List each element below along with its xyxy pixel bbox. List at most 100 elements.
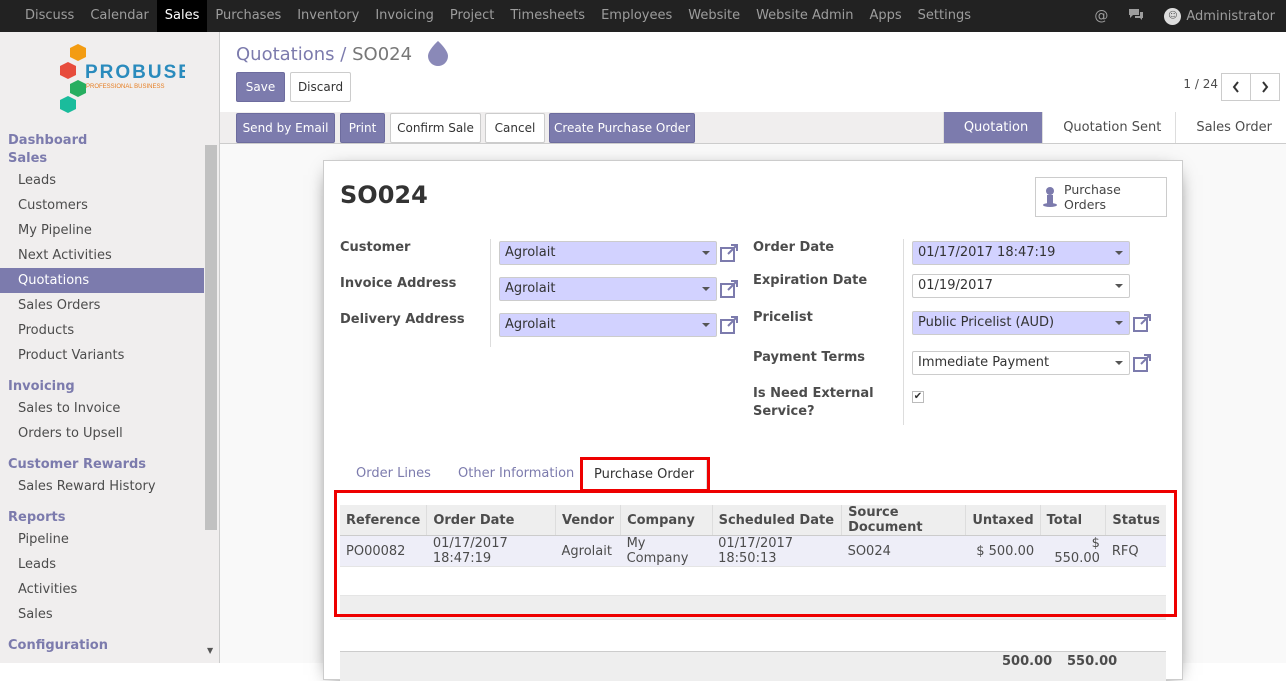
- invoice-address-field[interactable]: Agrolait: [499, 277, 717, 301]
- sidebar-section-dashboard[interactable]: Dashboard: [0, 132, 204, 150]
- menu-website-admin[interactable]: Website Admin: [748, 0, 861, 32]
- external-link-icon[interactable]: [719, 279, 739, 299]
- sidebar-item-activities[interactable]: Activities: [0, 577, 204, 602]
- order-date-value: 01/17/2017 18:47:19: [918, 245, 1056, 260]
- sidebar-item-sales-reward-history[interactable]: Sales Reward History: [0, 474, 204, 499]
- totals-untaxed: 500.00: [1002, 654, 1053, 669]
- delivery-address-field[interactable]: Agrolait: [499, 313, 717, 337]
- create-purchase-order-button[interactable]: Create Purchase Order: [549, 113, 695, 143]
- delivery-address-value: Agrolait: [505, 317, 556, 332]
- menu-sales[interactable]: Sales: [156, 0, 208, 32]
- expiration-date-field[interactable]: 01/19/2017: [912, 274, 1130, 298]
- app-menu: Discuss Calendar Sales Purchases Inventory In…: [17, 0, 979, 32]
- menu-website[interactable]: Website: [680, 0, 748, 32]
- tab-highlight-box: [580, 457, 710, 492]
- stage-quotation-sent[interactable]: Quotation Sent: [1042, 112, 1176, 143]
- sidebar-item-product-variants[interactable]: Product Variants: [0, 343, 204, 368]
- stage-quotation[interactable]: Quotation: [942, 112, 1043, 143]
- sidebar-item-leads[interactable]: Leads: [0, 552, 204, 577]
- sidebar-item-products[interactable]: Products: [0, 318, 204, 343]
- external-link-icon[interactable]: [1132, 313, 1152, 333]
- pager-next-button[interactable]: [1250, 73, 1280, 101]
- sidebar-scrollbar[interactable]: [205, 145, 217, 530]
- breadcrumb: Quotations / SO024: [236, 44, 412, 65]
- record-title: SO024: [340, 181, 428, 209]
- sidebar-item-pipeline[interactable]: Pipeline: [0, 527, 204, 552]
- menu-inventory[interactable]: Inventory: [289, 0, 367, 32]
- scroll-down-icon[interactable]: ▼: [207, 646, 213, 655]
- sidebar-item-sales-to-invoice[interactable]: Sales to Invoice: [0, 396, 204, 421]
- print-button[interactable]: Print: [340, 113, 385, 143]
- pricelist-label: Pricelist: [753, 310, 813, 325]
- payment-terms-value: Immediate Payment: [918, 355, 1050, 370]
- sidebar-item-leads[interactable]: Leads: [0, 168, 204, 193]
- sidebar-section-reports[interactable]: Reports: [0, 509, 204, 527]
- chevron-right-icon: [1262, 81, 1269, 93]
- payment-terms-label: Payment Terms: [753, 350, 866, 365]
- sidebar-item-orders-to-upsell[interactable]: Orders to Upsell: [0, 421, 204, 446]
- menu-project[interactable]: Project: [442, 0, 502, 32]
- pricelist-value: Public Pricelist (AUD): [918, 315, 1055, 330]
- table-highlight-box: [334, 490, 1177, 617]
- sidebar-section-sales[interactable]: Sales: [0, 150, 204, 168]
- order-date-label: Order Date: [753, 240, 835, 255]
- confirm-sale-button[interactable]: Confirm Sale: [390, 113, 481, 143]
- sidebar-item-sales-orders[interactable]: Sales Orders: [0, 293, 204, 318]
- menu-discuss[interactable]: Discuss: [17, 0, 82, 32]
- probuse-logo: PROBUSE PROFESSIONAL BUSINESS: [60, 44, 185, 113]
- purchase-orders-smart-button[interactable]: Purchase Orders: [1035, 177, 1167, 217]
- pricelist-field[interactable]: Public Pricelist (AUD): [912, 311, 1130, 335]
- customer-field[interactable]: Agrolait: [499, 241, 717, 265]
- tab-order-lines[interactable]: Order Lines: [356, 457, 431, 491]
- external-service-checkbox[interactable]: ✔: [912, 391, 924, 403]
- chat-icon[interactable]: [1128, 8, 1144, 25]
- tab-other-information[interactable]: Other Information: [458, 457, 574, 491]
- at-icon[interactable]: @: [1094, 8, 1108, 24]
- menu-settings[interactable]: Settings: [910, 0, 979, 32]
- send-by-email-button[interactable]: Send by Email: [236, 113, 335, 143]
- menu-calendar[interactable]: Calendar: [82, 0, 156, 32]
- sidebar-item-sales[interactable]: Sales: [0, 602, 204, 627]
- payment-terms-field[interactable]: Immediate Payment: [912, 351, 1130, 375]
- field-divider: [490, 239, 491, 347]
- field-divider: [903, 239, 904, 425]
- chevron-left-icon: [1232, 81, 1239, 93]
- order-date-field[interactable]: 01/17/2017 18:47:19: [912, 241, 1130, 265]
- save-button[interactable]: Save: [236, 72, 285, 102]
- chevron-down-icon: [702, 323, 710, 327]
- chevron-down-icon: [1115, 284, 1123, 288]
- stage-sales-order[interactable]: Sales Order: [1175, 112, 1286, 143]
- menu-purchases[interactable]: Purchases: [207, 0, 289, 32]
- cancel-button[interactable]: Cancel: [485, 113, 545, 143]
- breadcrumb-parent[interactable]: Quotations: [236, 44, 335, 65]
- user-menu[interactable]: ☺ Administrator: [1164, 7, 1275, 25]
- totals-bar: 500.00 550.00: [340, 651, 1166, 681]
- external-link-icon[interactable]: [719, 243, 739, 263]
- sidebar-item-customers[interactable]: Customers: [0, 193, 204, 218]
- user-name: Administrator: [1186, 8, 1275, 24]
- external-link-icon[interactable]: [719, 315, 739, 335]
- breadcrumb-current: SO024: [352, 44, 413, 65]
- status-stages: Quotation Quotation Sent Sales Order: [942, 112, 1286, 144]
- sidebar-item-my-pipeline[interactable]: My Pipeline: [0, 218, 204, 243]
- menu-timesheets[interactable]: Timesheets: [502, 0, 593, 32]
- menu-invoicing[interactable]: Invoicing: [367, 0, 442, 32]
- pager-previous-button[interactable]: [1221, 73, 1251, 101]
- sidebar-nav: Dashboard Sales Leads Customers My Pipeline N…: [0, 132, 204, 655]
- form-sheet: SO024 Purchase Orders Customer Invoice Ad…: [323, 160, 1183, 681]
- external-service-label: Is Need External Service?: [753, 386, 874, 419]
- chevron-down-icon: [1115, 251, 1123, 255]
- smart-button-line2: Orders: [1064, 197, 1107, 212]
- external-link-icon[interactable]: [1132, 353, 1152, 373]
- discard-button[interactable]: Discard: [290, 72, 351, 102]
- sidebar-item-next-activities[interactable]: Next Activities: [0, 243, 204, 268]
- sidebar-section-configuration[interactable]: Configuration: [0, 637, 204, 655]
- chevron-down-icon: [1115, 361, 1123, 365]
- sidebar-item-quotations[interactable]: Quotations: [0, 268, 204, 293]
- chevron-down-icon: [702, 287, 710, 291]
- menu-apps[interactable]: Apps: [861, 0, 909, 32]
- expiration-date-label: Expiration Date: [753, 273, 868, 288]
- sidebar-section-invoicing[interactable]: Invoicing: [0, 378, 204, 396]
- sidebar-section-customer-rewards[interactable]: Customer Rewards: [0, 456, 204, 474]
- menu-employees[interactable]: Employees: [593, 0, 680, 32]
